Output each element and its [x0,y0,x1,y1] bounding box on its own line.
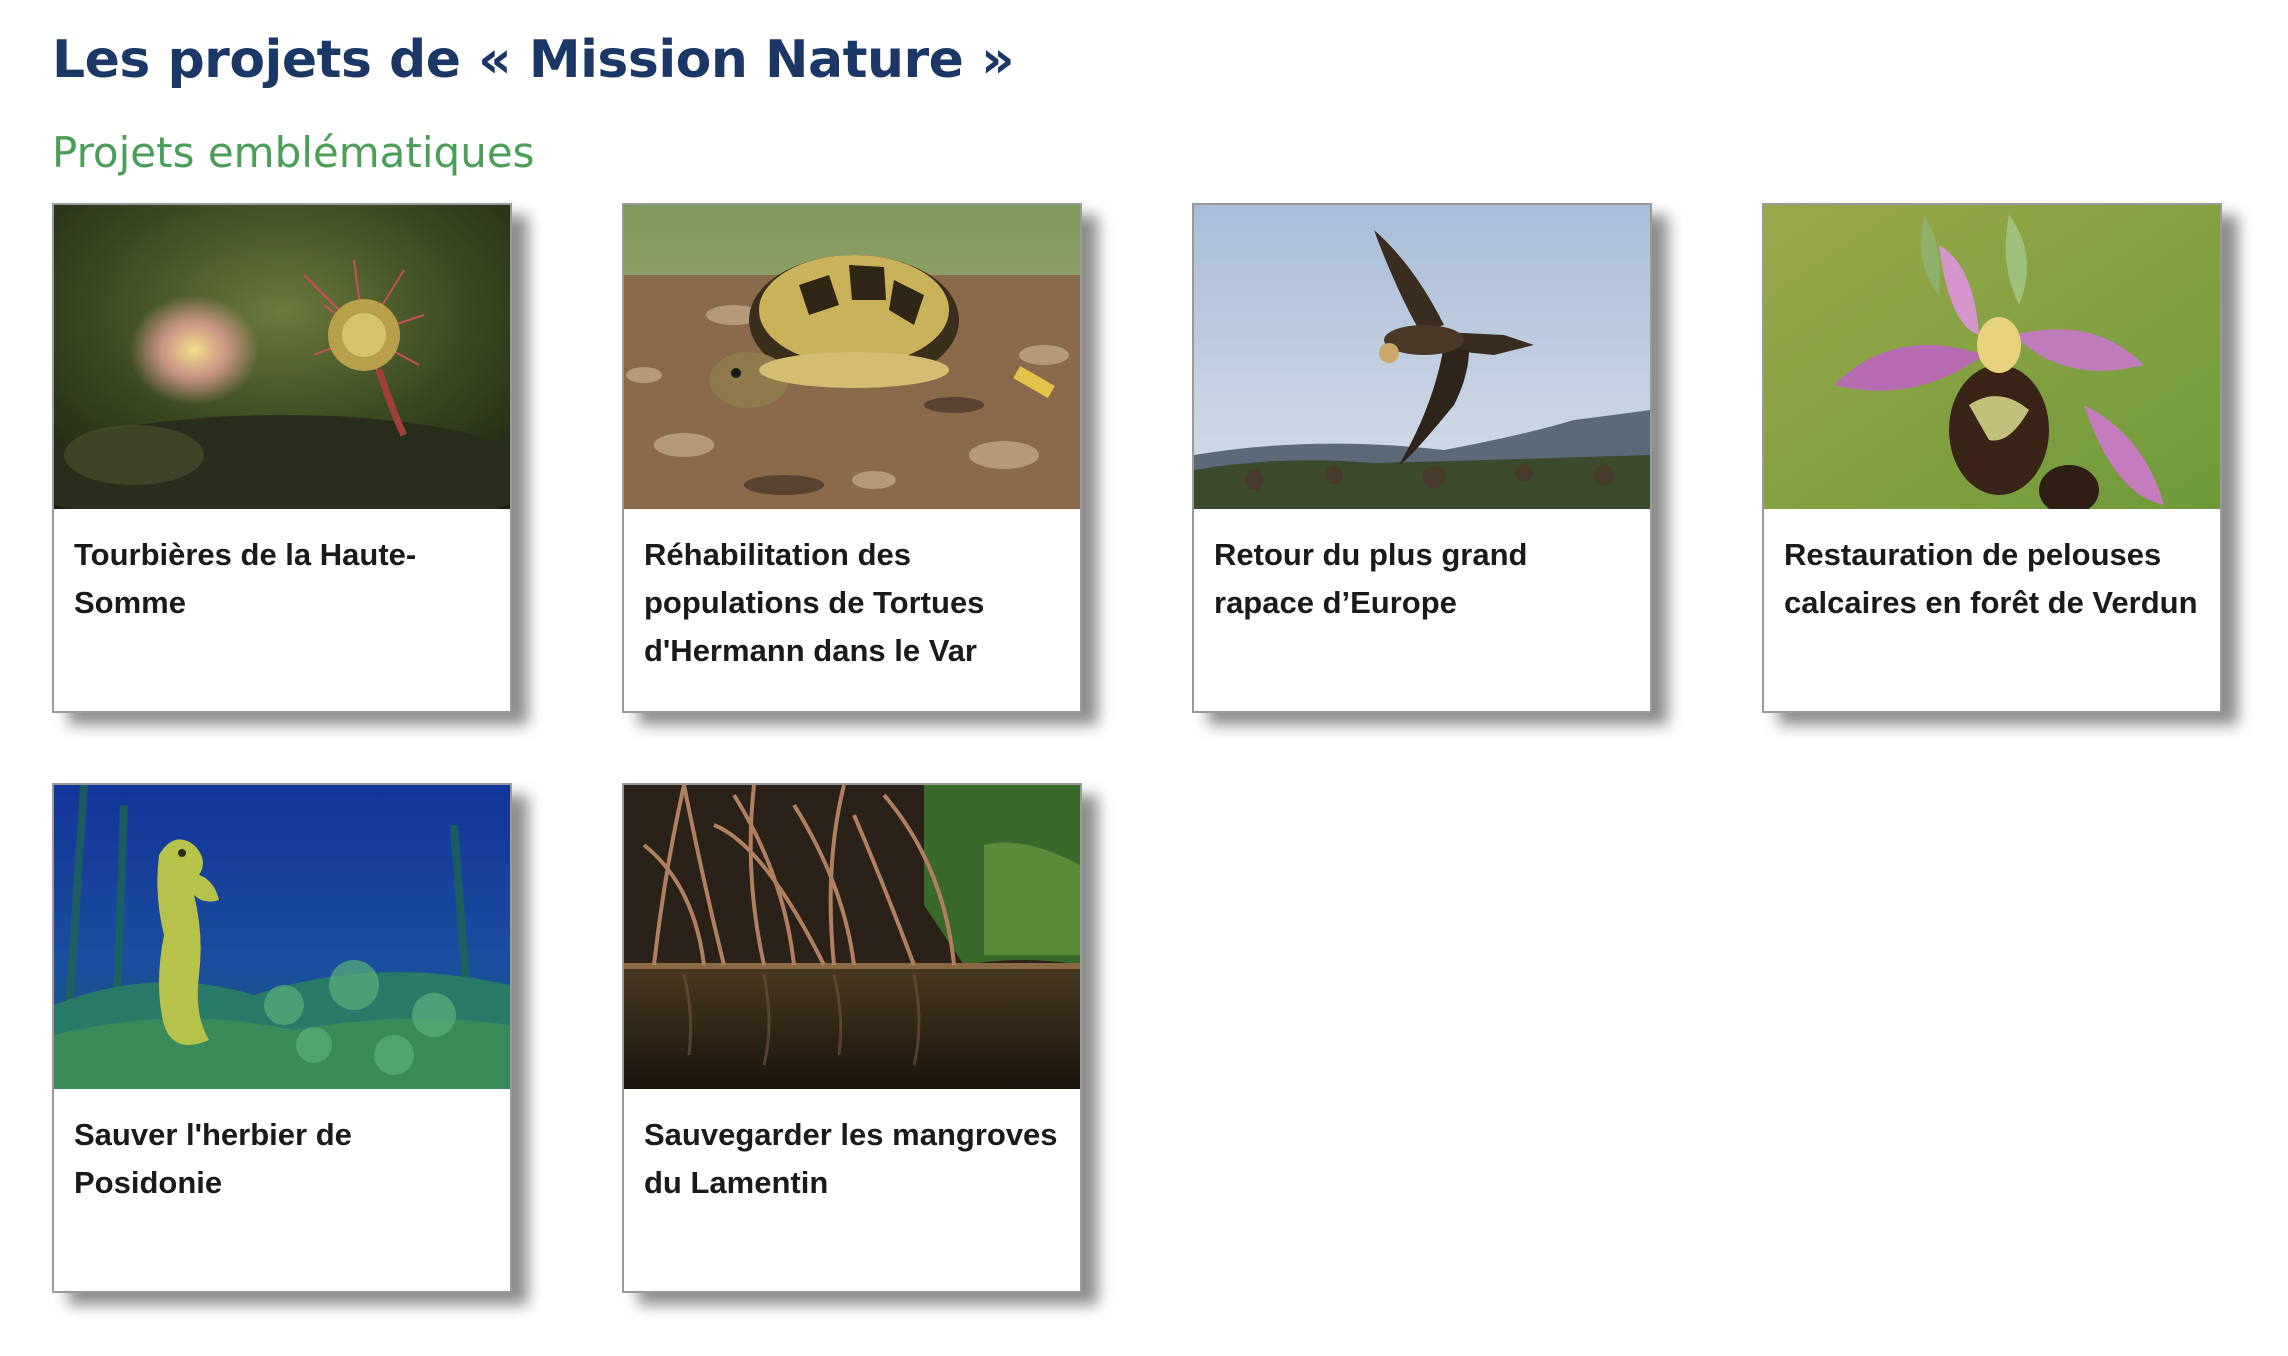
project-title: Sauvegarder les mangroves du Lamentin [644,1117,1058,1200]
project-title: Sauver l'herbier de Posidonie [74,1117,352,1200]
project-card-pelouses[interactable]: Restauration de pelouses calcaires en fo… [1762,203,2222,713]
page-title: Les projets de « Mission Nature » [52,30,1015,90]
vulture-flying-photo [1194,205,1650,509]
project-title: Réhabilitation des populations de Tortue… [644,537,985,668]
orchid-photo [1764,205,2220,509]
sundew-plant-photo [54,205,510,509]
mangrove-roots-photo [624,785,1080,1089]
project-title: Tourbières de la Haute-Somme [74,537,417,620]
tortoise-photo [624,205,1080,509]
project-card-posidonie[interactable]: Sauver l'herbier de Posidonie [52,783,512,1293]
project-card-tourbieres[interactable]: Tourbières de la Haute-Somme [52,203,512,713]
project-card-rapace[interactable]: Retour du plus grand rapace d’Europe [1192,203,1652,713]
project-title: Restauration de pelouses calcaires en fo… [1784,537,2198,620]
project-card-mangroves[interactable]: Sauvegarder les mangroves du Lamentin [622,783,1082,1293]
section-title: Projets emblématiques [52,128,535,177]
project-card-tortues[interactable]: Réhabilitation des populations de Tortue… [622,203,1082,713]
seahorse-seagrass-photo [54,785,510,1089]
project-title: Retour du plus grand rapace d’Europe [1214,537,1528,620]
projects-grid: Tourbières de la Haute-Somme Réhabilitat… [52,203,2232,1293]
